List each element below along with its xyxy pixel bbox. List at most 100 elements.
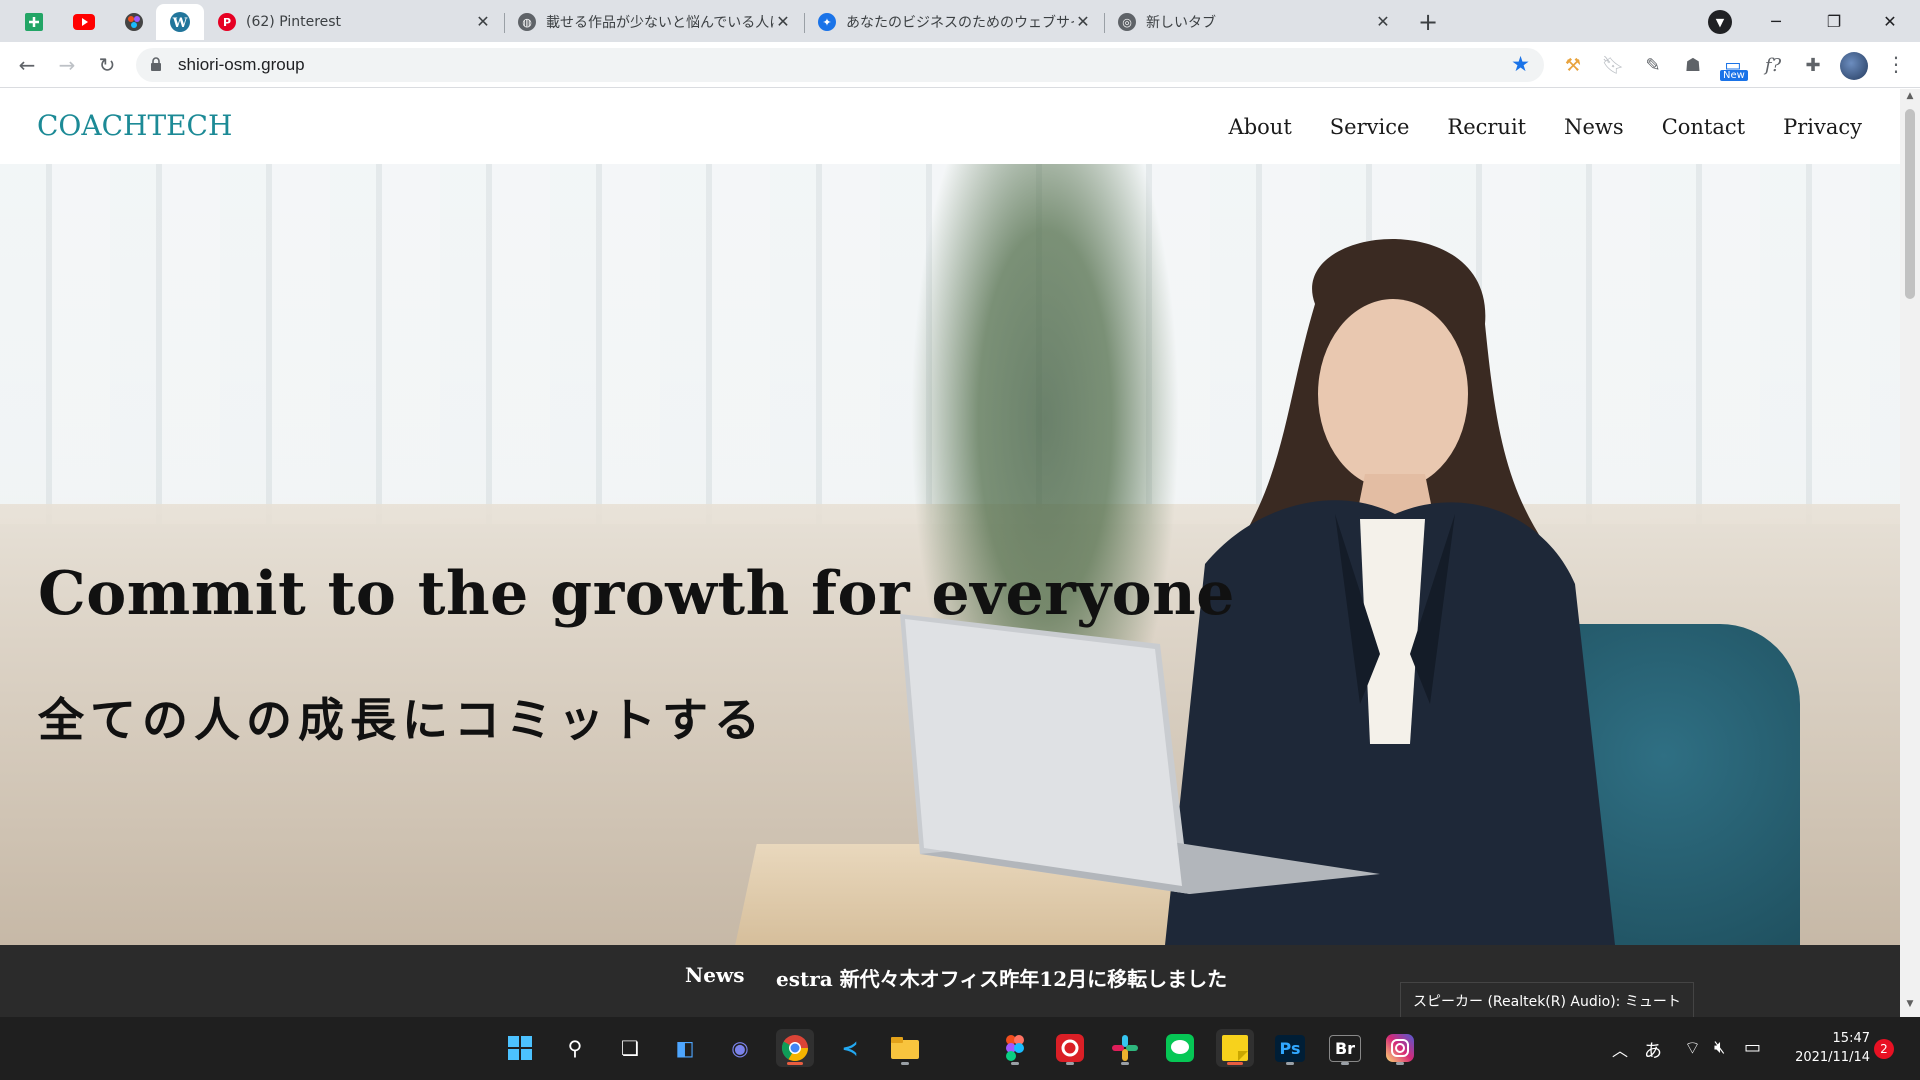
nav-service[interactable]: Service bbox=[1330, 115, 1410, 139]
browser-menu-button[interactable]: ⋮ bbox=[1886, 52, 1906, 76]
slack-icon bbox=[1112, 1035, 1138, 1061]
hero-section: Commit to the growth for everyone 全ての人の成… bbox=[0, 164, 1900, 945]
back-button[interactable]: ← bbox=[12, 50, 42, 80]
plus-icon: + bbox=[1417, 8, 1439, 36]
tab-title: 新しいタブ bbox=[1146, 15, 1216, 31]
extension-button[interactable]: ✎ bbox=[1640, 52, 1666, 78]
extension-button[interactable]: ⚒ bbox=[1560, 52, 1586, 78]
task-view-button[interactable]: ❏ bbox=[611, 1029, 649, 1067]
close-icon[interactable]: ✕ bbox=[1374, 13, 1392, 31]
system-clock[interactable]: 15:47 2021/11/14 bbox=[1780, 1029, 1870, 1067]
scroll-down-icon[interactable]: ▼ bbox=[1900, 999, 1920, 1015]
running-indicator bbox=[1227, 1062, 1243, 1065]
page-scrollbar[interactable]: ▲ ▼ bbox=[1900, 89, 1920, 1017]
taskbar-creative-cloud[interactable] bbox=[1051, 1029, 1089, 1067]
speaker-muted-icon[interactable]: 🔇︎ bbox=[1714, 1037, 1725, 1058]
tab-website-builder[interactable]: ✦ あなたのビジネスのためのウェブサイトデ ✕ bbox=[806, 4, 1104, 40]
site-header: COACHTECH About Service Recruit News Con… bbox=[0, 89, 1900, 164]
nav-news[interactable]: News bbox=[1564, 115, 1624, 139]
close-icon[interactable]: ✕ bbox=[774, 13, 792, 31]
reload-button[interactable]: ↻ bbox=[92, 50, 122, 80]
close-icon[interactable]: ✕ bbox=[474, 13, 492, 31]
address-bar[interactable]: shiori-osm.group ★ bbox=[136, 48, 1544, 82]
start-button[interactable] bbox=[501, 1029, 539, 1067]
taskbar-instagram[interactable] bbox=[1381, 1029, 1419, 1067]
taskbar-search-button[interactable]: ⚲ bbox=[556, 1029, 594, 1067]
extensions-menu-button[interactable]: ✚ bbox=[1800, 52, 1826, 78]
instagram-icon bbox=[1386, 1034, 1414, 1062]
restore-button[interactable]: ❐ bbox=[1810, 6, 1858, 36]
extension-button[interactable]: ▭ New bbox=[1720, 52, 1748, 81]
minimize-icon: ─ bbox=[1771, 11, 1781, 31]
pinned-tab-wordpress[interactable]: W bbox=[156, 4, 204, 40]
chevron-up-icon[interactable]: ︿ bbox=[1612, 1037, 1628, 1061]
creative-cloud-icon bbox=[1056, 1034, 1084, 1062]
windows-start-icon bbox=[508, 1036, 532, 1060]
new-tab-button[interactable]: + bbox=[1412, 6, 1444, 38]
tab-divider bbox=[1104, 13, 1105, 33]
extension-button[interactable]: 🔖︎ bbox=[1600, 52, 1626, 78]
browser-toolbar: ← → ↻ shiori-osm.group ★ ⚒ 🔖︎ ✎ ☗ ▭ New … bbox=[0, 42, 1920, 88]
tab-portfolio-article[interactable]: ◍ 載せる作品が少ないと悩んでいる人に ✕ bbox=[506, 4, 804, 40]
profile-avatar[interactable] bbox=[1840, 52, 1868, 80]
tab-pinterest[interactable]: P (62) Pinterest ✕ bbox=[206, 4, 504, 40]
hammer-icon: ⚒ bbox=[1564, 54, 1582, 76]
svg-text:W: W bbox=[172, 16, 188, 31]
taskbar-photoshop[interactable]: Ps bbox=[1271, 1029, 1309, 1067]
hero-headline-ja: 全ての人の成長にコミットする bbox=[38, 693, 766, 747]
sheets-icon bbox=[25, 13, 43, 31]
forward-button[interactable]: → bbox=[52, 50, 82, 80]
running-indicator bbox=[1341, 1062, 1349, 1065]
bookmark-star-icon[interactable]: ★ bbox=[1511, 52, 1530, 76]
wifi-icon[interactable]: ⌔ bbox=[1684, 1037, 1701, 1060]
new-badge: New bbox=[1720, 70, 1748, 81]
url-text[interactable]: shiori-osm.group bbox=[178, 55, 305, 75]
tab-new-tab[interactable]: ◎ 新しいタブ ✕ bbox=[1106, 4, 1404, 40]
nav-contact[interactable]: Contact bbox=[1662, 115, 1745, 139]
figma-icon bbox=[125, 13, 143, 31]
nav-about[interactable]: About bbox=[1229, 115, 1292, 139]
notification-badge[interactable]: 2 bbox=[1874, 1039, 1894, 1059]
taskbar-slack[interactable] bbox=[1106, 1029, 1144, 1067]
taskbar-vscode[interactable]: ≺ bbox=[831, 1029, 869, 1067]
tab-search-button[interactable]: ▼ bbox=[1708, 10, 1732, 34]
figma-icon bbox=[1006, 1035, 1024, 1061]
vscode-icon: ≺ bbox=[841, 1036, 859, 1060]
pinned-tab-youtube[interactable] bbox=[60, 4, 108, 40]
tab-title: あなたのビジネスのためのウェブサイトデ bbox=[846, 15, 1074, 31]
line-icon bbox=[1166, 1034, 1194, 1062]
scrollbar-thumb[interactable] bbox=[1905, 109, 1915, 299]
close-icon[interactable]: ✕ bbox=[1074, 13, 1092, 31]
back-arrow-icon: ← bbox=[18, 53, 36, 77]
nav-privacy[interactable]: Privacy bbox=[1783, 115, 1862, 139]
puzzle-icon: ✚ bbox=[1805, 54, 1821, 76]
task-view-icon: ❏ bbox=[621, 1036, 639, 1060]
global-nav: About Service Recruit News Contact Priva… bbox=[1229, 115, 1862, 139]
taskbar-sticky-notes[interactable] bbox=[1216, 1029, 1254, 1067]
extension-button[interactable]: ☗ bbox=[1680, 52, 1706, 78]
taskbar-line[interactable] bbox=[1161, 1029, 1199, 1067]
nav-recruit[interactable]: Recruit bbox=[1447, 115, 1526, 139]
site-logo[interactable]: COACHTECH bbox=[37, 109, 232, 142]
close-window-button[interactable]: ✕ bbox=[1866, 6, 1914, 36]
volume-tooltip: スピーカー (Realtek(R) Audio): ミュート bbox=[1400, 982, 1694, 1020]
chevron-down-icon: ▼ bbox=[1715, 15, 1725, 29]
widgets-button[interactable]: ◧ bbox=[666, 1029, 704, 1067]
teams-chat-button[interactable]: ◉ bbox=[721, 1029, 759, 1067]
pinned-tab-sheets[interactable] bbox=[10, 4, 58, 40]
battery-icon[interactable]: ▭ bbox=[1744, 1037, 1761, 1058]
pinterest-icon: P bbox=[218, 13, 236, 31]
taskbar-file-explorer[interactable] bbox=[886, 1029, 924, 1067]
ime-indicator[interactable]: あ bbox=[1644, 1037, 1662, 1063]
extension-button[interactable]: f? bbox=[1760, 52, 1786, 78]
taskbar-figma[interactable] bbox=[996, 1029, 1034, 1067]
news-item-link[interactable]: estra 新代々木オフィス昨年12月に移転しました bbox=[776, 963, 1227, 992]
taskbar-bridge[interactable]: Br bbox=[1326, 1029, 1364, 1067]
scroll-up-icon[interactable]: ▲ bbox=[1900, 91, 1920, 107]
hero-headline-en: Commit to the growth for everyone bbox=[38, 559, 1235, 629]
taskbar-chrome[interactable] bbox=[776, 1029, 814, 1067]
lock-icon bbox=[151, 57, 161, 71]
minimize-button[interactable]: ─ bbox=[1752, 6, 1800, 36]
pinned-tab-figma[interactable] bbox=[110, 4, 158, 40]
globe-icon: ◍ bbox=[518, 13, 536, 31]
